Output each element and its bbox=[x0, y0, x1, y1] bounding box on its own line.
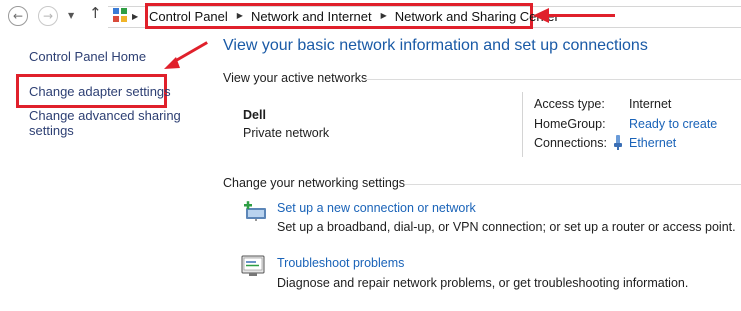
ethernet-connection-link[interactable]: Ethernet bbox=[629, 136, 676, 150]
page-title: View your basic network information and … bbox=[223, 37, 648, 54]
control-panel-icon bbox=[113, 8, 127, 22]
breadcrumb-network-and-internet[interactable]: Network and Internet bbox=[251, 9, 372, 24]
back-arrow-icon: ← bbox=[12, 9, 24, 23]
homegroup-ready-link[interactable]: Ready to create bbox=[629, 117, 717, 131]
up-button[interactable]: ↑ bbox=[89, 4, 102, 22]
back-button[interactable]: ← bbox=[8, 6, 28, 26]
recent-locations-button[interactable]: ▼ bbox=[68, 9, 74, 23]
network-name: Dell bbox=[243, 108, 266, 122]
homegroup-label: HomeGroup: bbox=[534, 117, 606, 131]
breadcrumb-separator-icon[interactable]: ▶ bbox=[237, 11, 243, 21]
networking-settings-heading: Change your networking settings bbox=[223, 176, 406, 190]
change-advanced-sharing-link[interactable]: Change advanced sharing settings bbox=[29, 108, 181, 138]
access-type-value: Internet bbox=[629, 97, 672, 111]
forward-button[interactable]: → bbox=[38, 6, 58, 26]
change-advanced-sharing-line-1: Change advanced sharing bbox=[29, 108, 181, 123]
active-networks-heading: View your active networks bbox=[223, 71, 368, 85]
troubleshoot-problems-description: Diagnose and repair network problems, or… bbox=[277, 276, 689, 290]
change-advanced-sharing-line-2: settings bbox=[29, 123, 74, 138]
network-details-divider bbox=[522, 92, 523, 157]
networking-settings-divider bbox=[405, 184, 741, 185]
troubleshoot-icon bbox=[241, 255, 265, 276]
change-adapter-settings-link[interactable]: Change adapter settings bbox=[29, 84, 171, 99]
connections-label: Connections: bbox=[534, 136, 607, 150]
access-type-label: Access type: bbox=[534, 97, 605, 111]
annotation-arrow-line bbox=[175, 41, 208, 62]
network-category: Private network bbox=[243, 126, 330, 140]
breadcrumb-separator-icon[interactable]: ▶ bbox=[381, 11, 387, 21]
breadcrumb-root-chevron[interactable]: ▶ bbox=[132, 10, 138, 24]
breadcrumb: Control Panel ▶ Network and Internet ▶ N… bbox=[145, 3, 559, 29]
troubleshoot-problems-link[interactable]: Troubleshoot problems bbox=[277, 256, 404, 270]
annotation-arrowhead-icon bbox=[164, 57, 180, 69]
active-networks-divider bbox=[364, 79, 741, 80]
breadcrumb-control-panel[interactable]: Control Panel bbox=[149, 9, 228, 24]
up-arrow-icon: ↑ bbox=[89, 4, 102, 22]
forward-arrow-icon: → bbox=[42, 9, 54, 23]
annotation-arrow-line bbox=[545, 14, 615, 17]
ethernet-icon bbox=[614, 135, 622, 150]
setup-new-connection-description: Set up a broadband, dial-up, or VPN conn… bbox=[277, 220, 736, 234]
new-connection-icon bbox=[244, 201, 266, 221]
dropdown-chevron-icon: ▼ bbox=[68, 11, 75, 20]
control-panel-home-link[interactable]: Control Panel Home bbox=[29, 49, 146, 64]
setup-new-connection-link[interactable]: Set up a new connection or network bbox=[277, 201, 476, 215]
annotation-arrowhead-icon bbox=[533, 8, 549, 23]
